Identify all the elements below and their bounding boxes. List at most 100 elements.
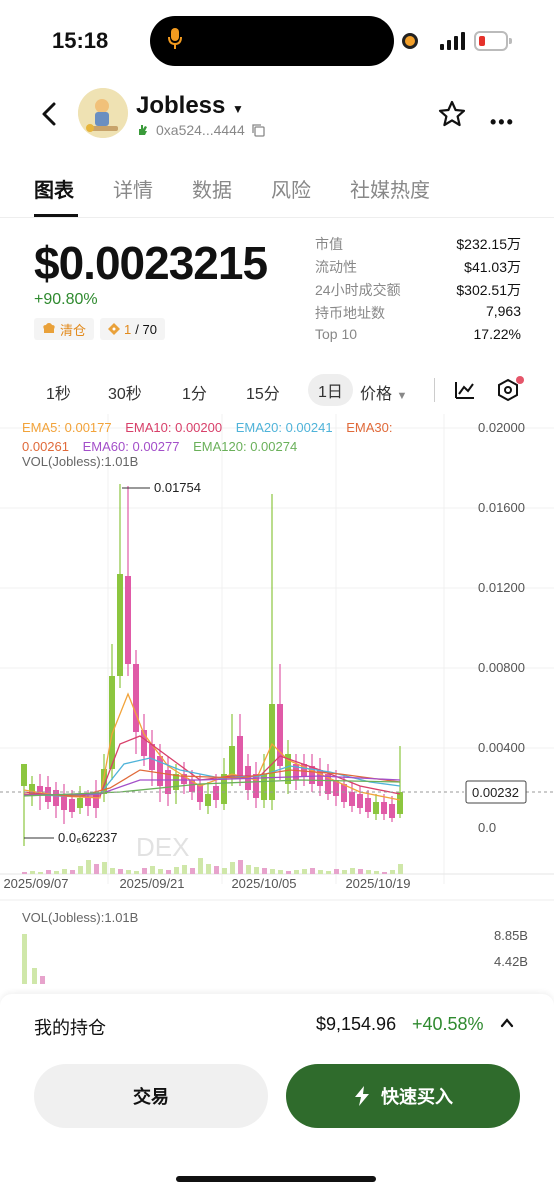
chart-canvas[interactable]: 0.02000 0.01600 0.01200 0.00800 0.00400 0.0 0.… — [0, 414, 554, 994]
volume-pane-label: VOL(Jobless):1.01B — [22, 910, 139, 925]
candle-body — [197, 784, 203, 802]
volume-bar — [294, 870, 299, 874]
y-tick-label: 0.02000 — [478, 420, 525, 435]
volume-bar — [110, 868, 115, 874]
recording-indicator-icon — [402, 33, 418, 49]
stat-row: Top 10 17.22% — [315, 326, 521, 349]
microphone-icon — [168, 28, 182, 49]
coin-name[interactable]: Jobless — [136, 92, 225, 120]
back-icon[interactable] — [38, 100, 62, 128]
low-price-label: 0.0₆62237 — [58, 830, 117, 845]
volume-bar — [270, 869, 275, 874]
x-tick-label: 2025/09/21 — [119, 876, 184, 891]
trade-button[interactable]: 交易 — [34, 1064, 268, 1128]
tab-chart[interactable]: 图表 — [34, 174, 74, 203]
lightning-icon — [355, 1086, 369, 1106]
candle-body — [269, 704, 275, 800]
more-options-icon[interactable]: ••• — [490, 112, 515, 133]
volume-bar — [32, 968, 37, 984]
copy-icon[interactable] — [251, 123, 265, 137]
verified-hand-icon — [139, 125, 147, 135]
tab-data[interactable]: 数据 — [192, 174, 232, 203]
candle-body — [229, 746, 235, 778]
status-time: 15:18 — [52, 28, 109, 53]
candle-body — [365, 798, 371, 812]
volume-bar — [174, 867, 179, 874]
volume-bar — [358, 869, 363, 874]
volume-bar — [38, 872, 43, 874]
quick-buy-label: 快速买入 — [381, 1087, 453, 1107]
clear-position-badge[interactable]: 清仓 — [34, 318, 95, 340]
watermark-text: DEX — [136, 832, 189, 862]
favorite-star-icon[interactable] — [438, 100, 466, 128]
coin-logo-icon — [78, 88, 128, 138]
contract-address-row: 0xa524...4444 — [136, 122, 265, 138]
divider — [434, 378, 435, 402]
tab-social-heat[interactable]: 社媒热度 — [350, 174, 430, 203]
volume-bar — [206, 864, 211, 874]
interval-15m[interactable]: 15分 — [246, 380, 280, 404]
tab-details[interactable]: 详情 — [113, 174, 153, 203]
volume-bar — [334, 869, 339, 874]
volume-bar — [62, 869, 67, 874]
notification-dot — [516, 376, 524, 384]
ema20-label: EMA20: 0.00241 — [235, 420, 333, 435]
candle-body — [69, 799, 75, 812]
current-price: $0.0023215 — [34, 237, 268, 289]
interval-30s[interactable]: 30秒 — [108, 380, 142, 404]
candle-body — [21, 764, 27, 786]
candle-body — [237, 736, 243, 776]
interval-1m[interactable]: 1分 — [182, 380, 207, 404]
candle-body — [389, 804, 395, 818]
volume-bar — [278, 870, 283, 874]
stat-value: $232.15万 — [456, 236, 521, 252]
stat-row: 持币地址数 7,963 — [315, 303, 521, 326]
volume-bar — [366, 870, 371, 874]
volume-bar — [222, 868, 227, 874]
diamond-icon — [108, 323, 121, 335]
volume-bar — [70, 870, 75, 874]
ema-legend: EMA5: 0.00177 EMA10: 0.00200 EMA20: 0.00… — [22, 418, 442, 456]
coin-header: Jobless ▼ 0xa524...4444 ••• — [0, 82, 554, 146]
rank-badge[interactable]: 1 / 70 — [100, 318, 165, 340]
volume-bar — [78, 866, 83, 874]
candlestick-chart[interactable]: 0.02000 0.01600 0.01200 0.00800 0.00400 0.0 0.… — [0, 414, 554, 994]
stat-row: 24小时成交额 $302.51万 — [315, 280, 521, 303]
candle-body — [109, 676, 115, 769]
stat-row: 市值 $232.15万 — [315, 234, 521, 257]
ema30-value: 0.00261 — [22, 439, 69, 454]
holdings-label: 我的持仓 — [34, 1018, 106, 1038]
volume-bar — [382, 872, 387, 874]
price-mode-dropdown[interactable]: 价格 ▼ — [360, 380, 407, 404]
x-tick-label: 2025/09/07 — [3, 876, 68, 891]
holdings-sheet: 我的持仓 $9,154.96 +40.58% 交易 快速买入 — [0, 994, 554, 1200]
volume-bar — [230, 862, 235, 874]
stat-key: 24小时成交额 — [315, 282, 401, 298]
candle-body — [37, 786, 43, 792]
chevron-up-icon[interactable] — [500, 1016, 514, 1030]
interval-selector: 1秒 30秒 1分 15分 1日 价格 ▼ — [0, 368, 554, 412]
interval-1s[interactable]: 1秒 — [46, 380, 71, 404]
indicator-chart-icon[interactable] — [453, 378, 477, 402]
holdings-change: +40.58% — [412, 1014, 484, 1034]
interval-1d[interactable]: 1日 — [308, 374, 353, 406]
coin-switch-caret-icon[interactable]: ▼ — [232, 102, 244, 116]
volume-bar — [398, 864, 403, 874]
y-tick-label: 0.01600 — [478, 500, 525, 515]
stat-value: 7,963 — [485, 303, 521, 319]
volume-bar — [214, 866, 219, 874]
stat-key: 持币地址数 — [315, 305, 385, 321]
quick-buy-button[interactable]: 快速买入 — [286, 1064, 520, 1128]
volume-bar — [30, 871, 35, 874]
volume-label: VOL(Jobless):1.01B — [22, 454, 139, 469]
home-indicator — [176, 1176, 376, 1182]
stat-value: 17.22% — [473, 326, 521, 342]
volume-bar — [46, 870, 51, 874]
ema60-label: EMA60: 0.00277 — [82, 439, 180, 454]
volume-bar — [158, 869, 163, 874]
tab-risk[interactable]: 风险 — [271, 174, 311, 203]
contract-address: 0xa524...4444 — [156, 122, 245, 138]
volume-bar — [326, 871, 331, 874]
candle-body — [117, 574, 123, 676]
volume-bar — [118, 869, 123, 874]
